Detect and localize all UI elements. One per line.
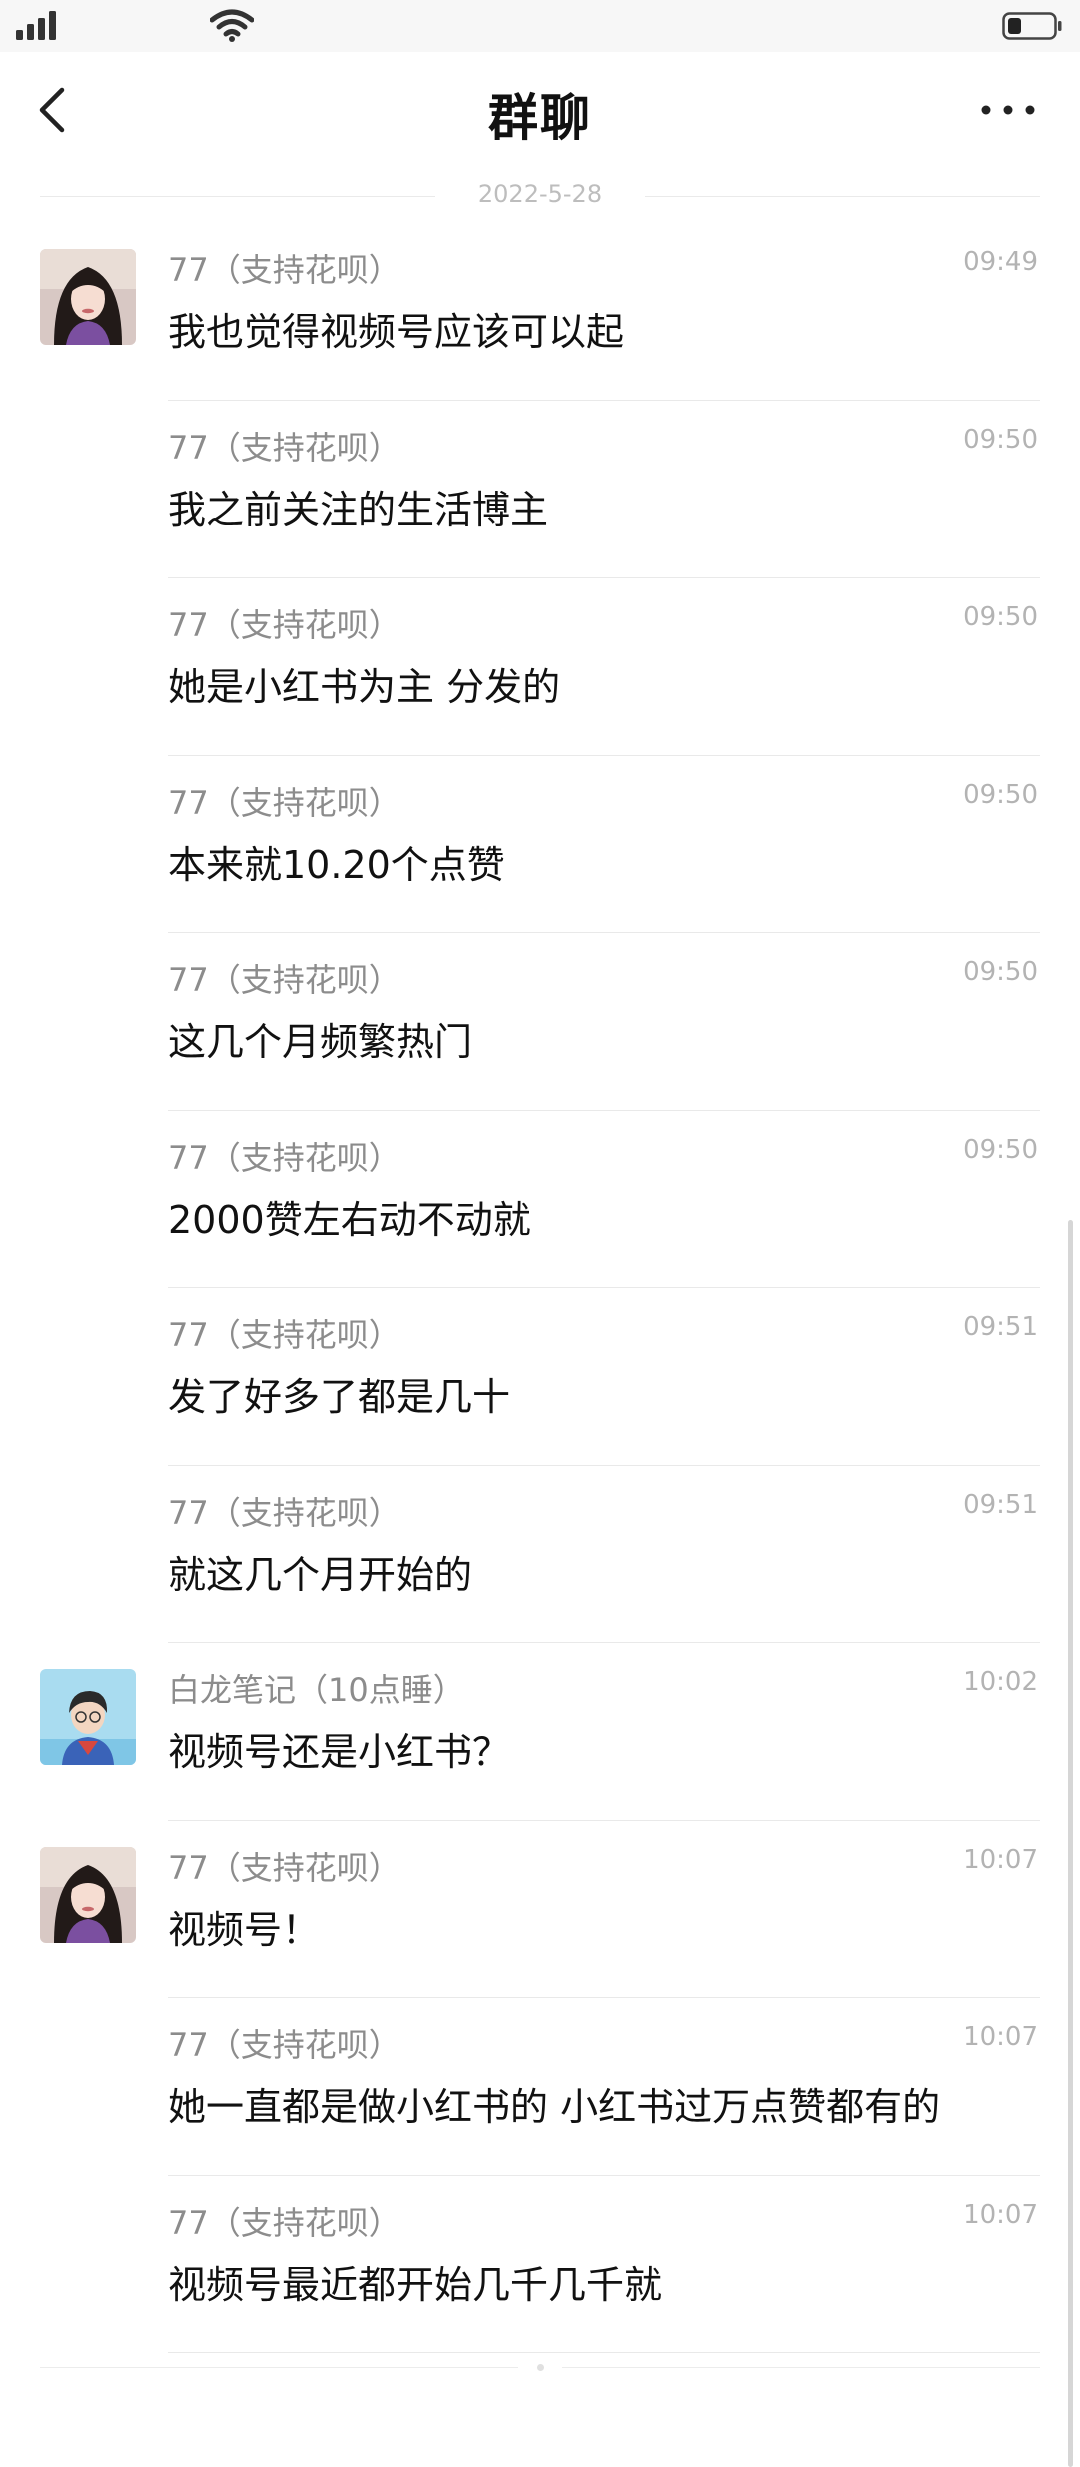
- page-title: 群聊: [488, 89, 592, 147]
- message-time: 10:07: [963, 2199, 1038, 2230]
- message-time: 09:51: [963, 1489, 1038, 1520]
- message-time: 09:51: [963, 1312, 1038, 1342]
- avatar-boy[interactable]: [40, 1669, 136, 1765]
- message-row[interactable]: 77（支持花呗） 09:51 发了好多了都是几十: [0, 1288, 1080, 1466]
- message-time: 09:50: [963, 602, 1038, 632]
- message-time: 09:50: [963, 957, 1038, 987]
- avatar-girl[interactable]: [40, 1846, 136, 1943]
- message-text: 2000赞左右动不动就: [168, 1197, 531, 1242]
- divider-line: [40, 2367, 518, 2368]
- message-text: 我之前关注的生活博主: [168, 487, 549, 532]
- date-divider: 2022-5-28: [40, 178, 1040, 214]
- message-text: 本来就10.20个点赞: [168, 842, 505, 887]
- message-row[interactable]: 77（支持花呗） 09:50 2000赞左右动不动就: [0, 1111, 1080, 1288]
- message-text: 就这几个月开始的: [168, 1552, 473, 1597]
- divider-line: [645, 196, 1040, 197]
- sender-name: 77（支持花呗）: [168, 1138, 401, 1177]
- message-text: 视频号还是小红书？: [168, 1730, 511, 1774]
- message-row[interactable]: 白龙笔记（10点睡） 10:02 视频号还是小红书？: [0, 1643, 1080, 1821]
- message-time: 09:50: [963, 779, 1038, 810]
- message-list[interactable]: 77（支持花呗） 09:49 我也觉得视频号应该可以起 77（支持花呗） 09:…: [0, 223, 1080, 2353]
- sender-name: 77（支持花呗）: [168, 783, 401, 822]
- message-row[interactable]: 77（支持花呗） 09:50 本来就10.20个点赞: [0, 756, 1080, 933]
- status-bar: [0, 0, 1080, 52]
- sender-name: 77（支持花呗）: [168, 1316, 401, 1354]
- message-text: 视频号最近都开始几千几千就: [168, 2262, 663, 2307]
- sender-name: 77（支持花呗）: [168, 251, 401, 289]
- message-row[interactable]: 77（支持花呗） 09:49 我也觉得视频号应该可以起: [0, 223, 1080, 401]
- date-label: 2022-5-28: [477, 180, 603, 208]
- message-time: 09:50: [963, 424, 1038, 455]
- message-time: 09:49: [963, 247, 1038, 277]
- bottom-divider: [40, 2358, 1040, 2378]
- message-row[interactable]: 77（支持花呗） 09:50 我之前关注的生活博主: [0, 401, 1080, 578]
- message-text: 我也觉得视频号应该可以起: [168, 310, 625, 354]
- signal-icon: [16, 11, 56, 40]
- message-time: 10:07: [963, 2022, 1038, 2052]
- sender-name: 白龙笔记（10点睡）: [168, 1671, 465, 1709]
- message-time: 09:50: [963, 1134, 1038, 1165]
- sender-name: 77（支持花呗）: [168, 961, 401, 999]
- message-row[interactable]: 77（支持花呗） 09:51 就这几个月开始的: [0, 1466, 1080, 1643]
- more-icon: [981, 105, 1035, 115]
- message-text: 她是小红书为主 分发的: [168, 665, 561, 709]
- sender-name: 77（支持花呗）: [168, 1848, 401, 1887]
- divider-line: [562, 2367, 1040, 2368]
- row-separator: [168, 2352, 1040, 2353]
- message-text: 视频号！: [168, 1907, 321, 1952]
- sender-name: 77（支持花呗）: [168, 1493, 401, 1532]
- divider-dot: [537, 2364, 544, 2371]
- message-time: 10:02: [963, 1667, 1038, 1697]
- message-text: 她一直都是做小红书的 小红书过万点赞都有的: [168, 2085, 941, 2129]
- battery-icon: [1002, 12, 1062, 40]
- message-text: 发了好多了都是几十: [168, 1375, 511, 1419]
- sender-name: 77（支持花呗）: [168, 2026, 401, 2064]
- sender-name: 77（支持花呗）: [168, 606, 401, 644]
- message-row[interactable]: 77（支持花呗） 10:07 她一直都是做小红书的 小红书过万点赞都有的: [0, 1998, 1080, 2176]
- message-row[interactable]: 77（支持花呗） 10:07 视频号！: [0, 1821, 1080, 1998]
- header: 群聊: [0, 52, 1080, 168]
- sender-name: 77（支持花呗）: [168, 2203, 401, 2242]
- message-row[interactable]: 77（支持花呗） 10:07 视频号最近都开始几千几千就: [0, 2176, 1080, 2353]
- message-time: 10:07: [963, 1844, 1038, 1875]
- scrollbar[interactable]: [1068, 1220, 1073, 2467]
- more-button[interactable]: [978, 90, 1038, 130]
- message-text: 这几个月频繁热门: [168, 1020, 473, 1064]
- avatar-girl[interactable]: [40, 249, 136, 345]
- message-row[interactable]: 77（支持花呗） 09:50 她是小红书为主 分发的: [0, 578, 1080, 756]
- wifi-icon: [210, 9, 254, 42]
- message-row[interactable]: 77（支持花呗） 09:50 这几个月频繁热门: [0, 933, 1080, 1111]
- sender-name: 77（支持花呗）: [168, 428, 401, 467]
